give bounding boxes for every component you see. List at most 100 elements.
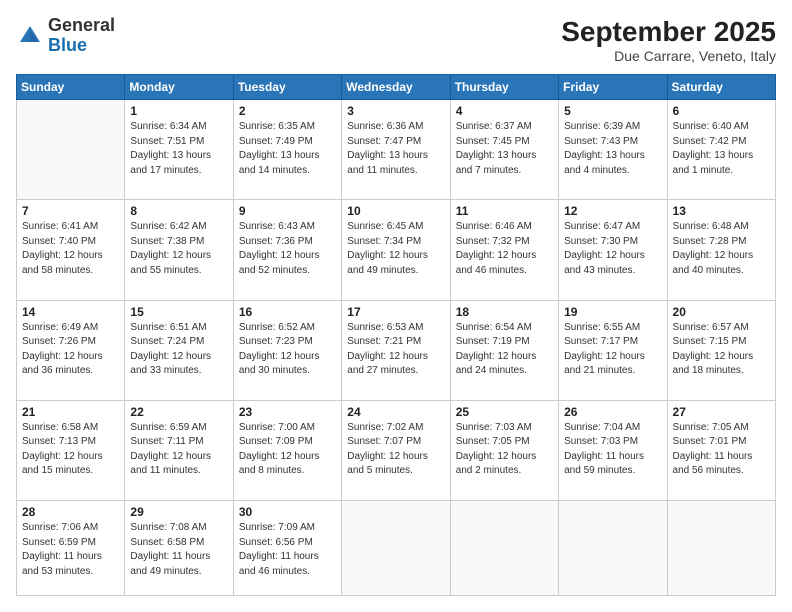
week-row: 7Sunrise: 6:41 AM Sunset: 7:40 PM Daylig… bbox=[17, 200, 776, 300]
day-of-week-header: Friday bbox=[559, 75, 667, 100]
day-of-week-header: Saturday bbox=[667, 75, 775, 100]
title-block: September 2025 Due Carrare, Veneto, Ital… bbox=[561, 16, 776, 64]
logo-blue: Blue bbox=[48, 36, 115, 56]
day-number: 28 bbox=[22, 505, 119, 519]
calendar-cell bbox=[667, 501, 775, 596]
week-row: 14 Sunrise: 6:49 AM Sunset: 7:26 PM Dayli… bbox=[17, 300, 776, 400]
logo-icon bbox=[16, 22, 44, 50]
day-number: 5 bbox=[564, 104, 661, 118]
day-info: Sunrise: 6:59 AM Sunset: 7:11 PM Dayligh… bbox=[130, 421, 227, 479]
day-info: Sunrise: 7:02 AM Sunset: 7:07 PM Dayligh… bbox=[347, 421, 444, 479]
calendar-cell: 24 Sunrise: 7:02 AM Sunset: 7:07 PM Dayli… bbox=[342, 400, 450, 500]
day-number: 25 bbox=[456, 405, 553, 419]
calendar-cell: 18Sunrise: 6:54 AM Sunset: 7:19 PM Dayli… bbox=[450, 300, 558, 400]
day-info: Sunrise: 6:52 AM Sunset: 7:23 PM Dayligh… bbox=[239, 321, 336, 379]
calendar-cell: 27 Sunrise: 7:05 AM Sunset: 7:01 PM Dayli… bbox=[667, 400, 775, 500]
day-number: 6 bbox=[673, 104, 770, 118]
day-info: Sunrise: 6:35 AM Sunset: 7:49 PM Dayligh… bbox=[239, 120, 336, 178]
day-number: 29 bbox=[130, 505, 227, 519]
calendar-cell bbox=[450, 501, 558, 596]
week-row: 1 Sunrise: 6:34 AM Sunset: 7:51 PM Daylig… bbox=[17, 100, 776, 200]
day-info: Sunrise: 6:58 AM Sunset: 7:13 PM Dayligh… bbox=[22, 421, 119, 479]
day-of-week-header: Sunday bbox=[17, 75, 125, 100]
location: Due Carrare, Veneto, Italy bbox=[561, 48, 776, 64]
calendar-cell: 9Sunrise: 6:43 AM Sunset: 7:36 PM Daylig… bbox=[233, 200, 341, 300]
calendar-cell: 23Sunrise: 7:00 AM Sunset: 7:09 PM Dayli… bbox=[233, 400, 341, 500]
day-of-week-header: Thursday bbox=[450, 75, 558, 100]
day-info: Sunrise: 6:37 AM Sunset: 7:45 PM Dayligh… bbox=[456, 120, 553, 178]
logo-general: General bbox=[48, 16, 115, 36]
day-number: 27 bbox=[673, 405, 770, 419]
day-number: 14 bbox=[22, 305, 119, 319]
day-of-week-header: Wednesday bbox=[342, 75, 450, 100]
calendar-cell: 15 Sunrise: 6:51 AM Sunset: 7:24 PM Dayli… bbox=[125, 300, 233, 400]
day-number: 1 bbox=[130, 104, 227, 118]
day-info: Sunrise: 7:06 AM Sunset: 6:59 PM Dayligh… bbox=[22, 521, 119, 579]
calendar-cell: 21 Sunrise: 6:58 AM Sunset: 7:13 PM Dayli… bbox=[17, 400, 125, 500]
day-info: Sunrise: 6:53 AM Sunset: 7:21 PM Dayligh… bbox=[347, 321, 444, 379]
day-number: 10 bbox=[347, 204, 444, 218]
calendar-cell: 16Sunrise: 6:52 AM Sunset: 7:23 PM Dayli… bbox=[233, 300, 341, 400]
calendar-cell: 12 Sunrise: 6:47 AM Sunset: 7:30 PM Dayli… bbox=[559, 200, 667, 300]
calendar-cell: 14 Sunrise: 6:49 AM Sunset: 7:26 PM Dayli… bbox=[17, 300, 125, 400]
header: General Blue September 2025 Due Carrare,… bbox=[16, 16, 776, 64]
calendar-cell: 28 Sunrise: 7:06 AM Sunset: 6:59 PM Dayli… bbox=[17, 501, 125, 596]
page: General Blue September 2025 Due Carrare,… bbox=[0, 0, 792, 612]
day-number: 12 bbox=[564, 204, 661, 218]
day-info: Sunrise: 6:34 AM Sunset: 7:51 PM Dayligh… bbox=[130, 120, 227, 178]
calendar-cell: 13Sunrise: 6:48 AM Sunset: 7:28 PM Dayli… bbox=[667, 200, 775, 300]
day-number: 9 bbox=[239, 204, 336, 218]
day-info: Sunrise: 6:47 AM Sunset: 7:30 PM Dayligh… bbox=[564, 220, 661, 278]
day-number: 23 bbox=[239, 405, 336, 419]
calendar-cell: 4 Sunrise: 6:37 AM Sunset: 7:45 PM Daylig… bbox=[450, 100, 558, 200]
day-number: 11 bbox=[456, 204, 553, 218]
day-number: 19 bbox=[564, 305, 661, 319]
day-number: 3 bbox=[347, 104, 444, 118]
day-of-week-header: Monday bbox=[125, 75, 233, 100]
day-number: 26 bbox=[564, 405, 661, 419]
calendar-cell: 11 Sunrise: 6:46 AM Sunset: 7:32 PM Dayli… bbox=[450, 200, 558, 300]
day-number: 21 bbox=[22, 405, 119, 419]
calendar-cell: 3 Sunrise: 6:36 AM Sunset: 7:47 PM Daylig… bbox=[342, 100, 450, 200]
calendar-cell bbox=[342, 501, 450, 596]
calendar-cell: 2Sunrise: 6:35 AM Sunset: 7:49 PM Daylig… bbox=[233, 100, 341, 200]
day-number: 8 bbox=[130, 204, 227, 218]
day-number: 4 bbox=[456, 104, 553, 118]
day-number: 17 bbox=[347, 305, 444, 319]
day-info: Sunrise: 6:36 AM Sunset: 7:47 PM Dayligh… bbox=[347, 120, 444, 178]
day-number: 22 bbox=[130, 405, 227, 419]
day-info: Sunrise: 6:57 AM Sunset: 7:15 PM Dayligh… bbox=[673, 321, 770, 379]
calendar-cell bbox=[17, 100, 125, 200]
day-info: Sunrise: 7:03 AM Sunset: 7:05 PM Dayligh… bbox=[456, 421, 553, 479]
day-info: Sunrise: 6:51 AM Sunset: 7:24 PM Dayligh… bbox=[130, 321, 227, 379]
day-info: Sunrise: 6:46 AM Sunset: 7:32 PM Dayligh… bbox=[456, 220, 553, 278]
day-info: Sunrise: 7:09 AM Sunset: 6:56 PM Dayligh… bbox=[239, 521, 336, 579]
day-info: Sunrise: 6:40 AM Sunset: 7:42 PM Dayligh… bbox=[673, 120, 770, 178]
day-info: Sunrise: 7:08 AM Sunset: 6:58 PM Dayligh… bbox=[130, 521, 227, 579]
calendar-cell: 29 Sunrise: 7:08 AM Sunset: 6:58 PM Dayli… bbox=[125, 501, 233, 596]
calendar-cell: 5Sunrise: 6:39 AM Sunset: 7:43 PM Daylig… bbox=[559, 100, 667, 200]
calendar-header-row: SundayMondayTuesdayWednesdayThursdayFrid… bbox=[17, 75, 776, 100]
day-of-week-header: Tuesday bbox=[233, 75, 341, 100]
day-number: 20 bbox=[673, 305, 770, 319]
week-row: 28 Sunrise: 7:06 AM Sunset: 6:59 PM Dayli… bbox=[17, 501, 776, 596]
day-info: Sunrise: 6:48 AM Sunset: 7:28 PM Dayligh… bbox=[673, 220, 770, 278]
calendar-cell: 25 Sunrise: 7:03 AM Sunset: 7:05 PM Dayli… bbox=[450, 400, 558, 500]
calendar-cell: 8 Sunrise: 6:42 AM Sunset: 7:38 PM Daylig… bbox=[125, 200, 233, 300]
calendar-cell: 10Sunrise: 6:45 AM Sunset: 7:34 PM Dayli… bbox=[342, 200, 450, 300]
logo-text: General Blue bbox=[48, 16, 115, 56]
calendar-cell: 22 Sunrise: 6:59 AM Sunset: 7:11 PM Dayli… bbox=[125, 400, 233, 500]
day-info: Sunrise: 7:05 AM Sunset: 7:01 PM Dayligh… bbox=[673, 421, 770, 479]
day-number: 24 bbox=[347, 405, 444, 419]
calendar-cell: 1 Sunrise: 6:34 AM Sunset: 7:51 PM Daylig… bbox=[125, 100, 233, 200]
day-info: Sunrise: 6:42 AM Sunset: 7:38 PM Dayligh… bbox=[130, 220, 227, 278]
day-number: 15 bbox=[130, 305, 227, 319]
calendar-cell: 7Sunrise: 6:41 AM Sunset: 7:40 PM Daylig… bbox=[17, 200, 125, 300]
day-info: Sunrise: 6:55 AM Sunset: 7:17 PM Dayligh… bbox=[564, 321, 661, 379]
calendar-cell: 30Sunrise: 7:09 AM Sunset: 6:56 PM Dayli… bbox=[233, 501, 341, 596]
day-info: Sunrise: 6:49 AM Sunset: 7:26 PM Dayligh… bbox=[22, 321, 119, 379]
calendar-table: SundayMondayTuesdayWednesdayThursdayFrid… bbox=[16, 74, 776, 596]
calendar-cell: 26 Sunrise: 7:04 AM Sunset: 7:03 PM Dayli… bbox=[559, 400, 667, 500]
week-row: 21 Sunrise: 6:58 AM Sunset: 7:13 PM Dayli… bbox=[17, 400, 776, 500]
day-info: Sunrise: 7:04 AM Sunset: 7:03 PM Dayligh… bbox=[564, 421, 661, 479]
